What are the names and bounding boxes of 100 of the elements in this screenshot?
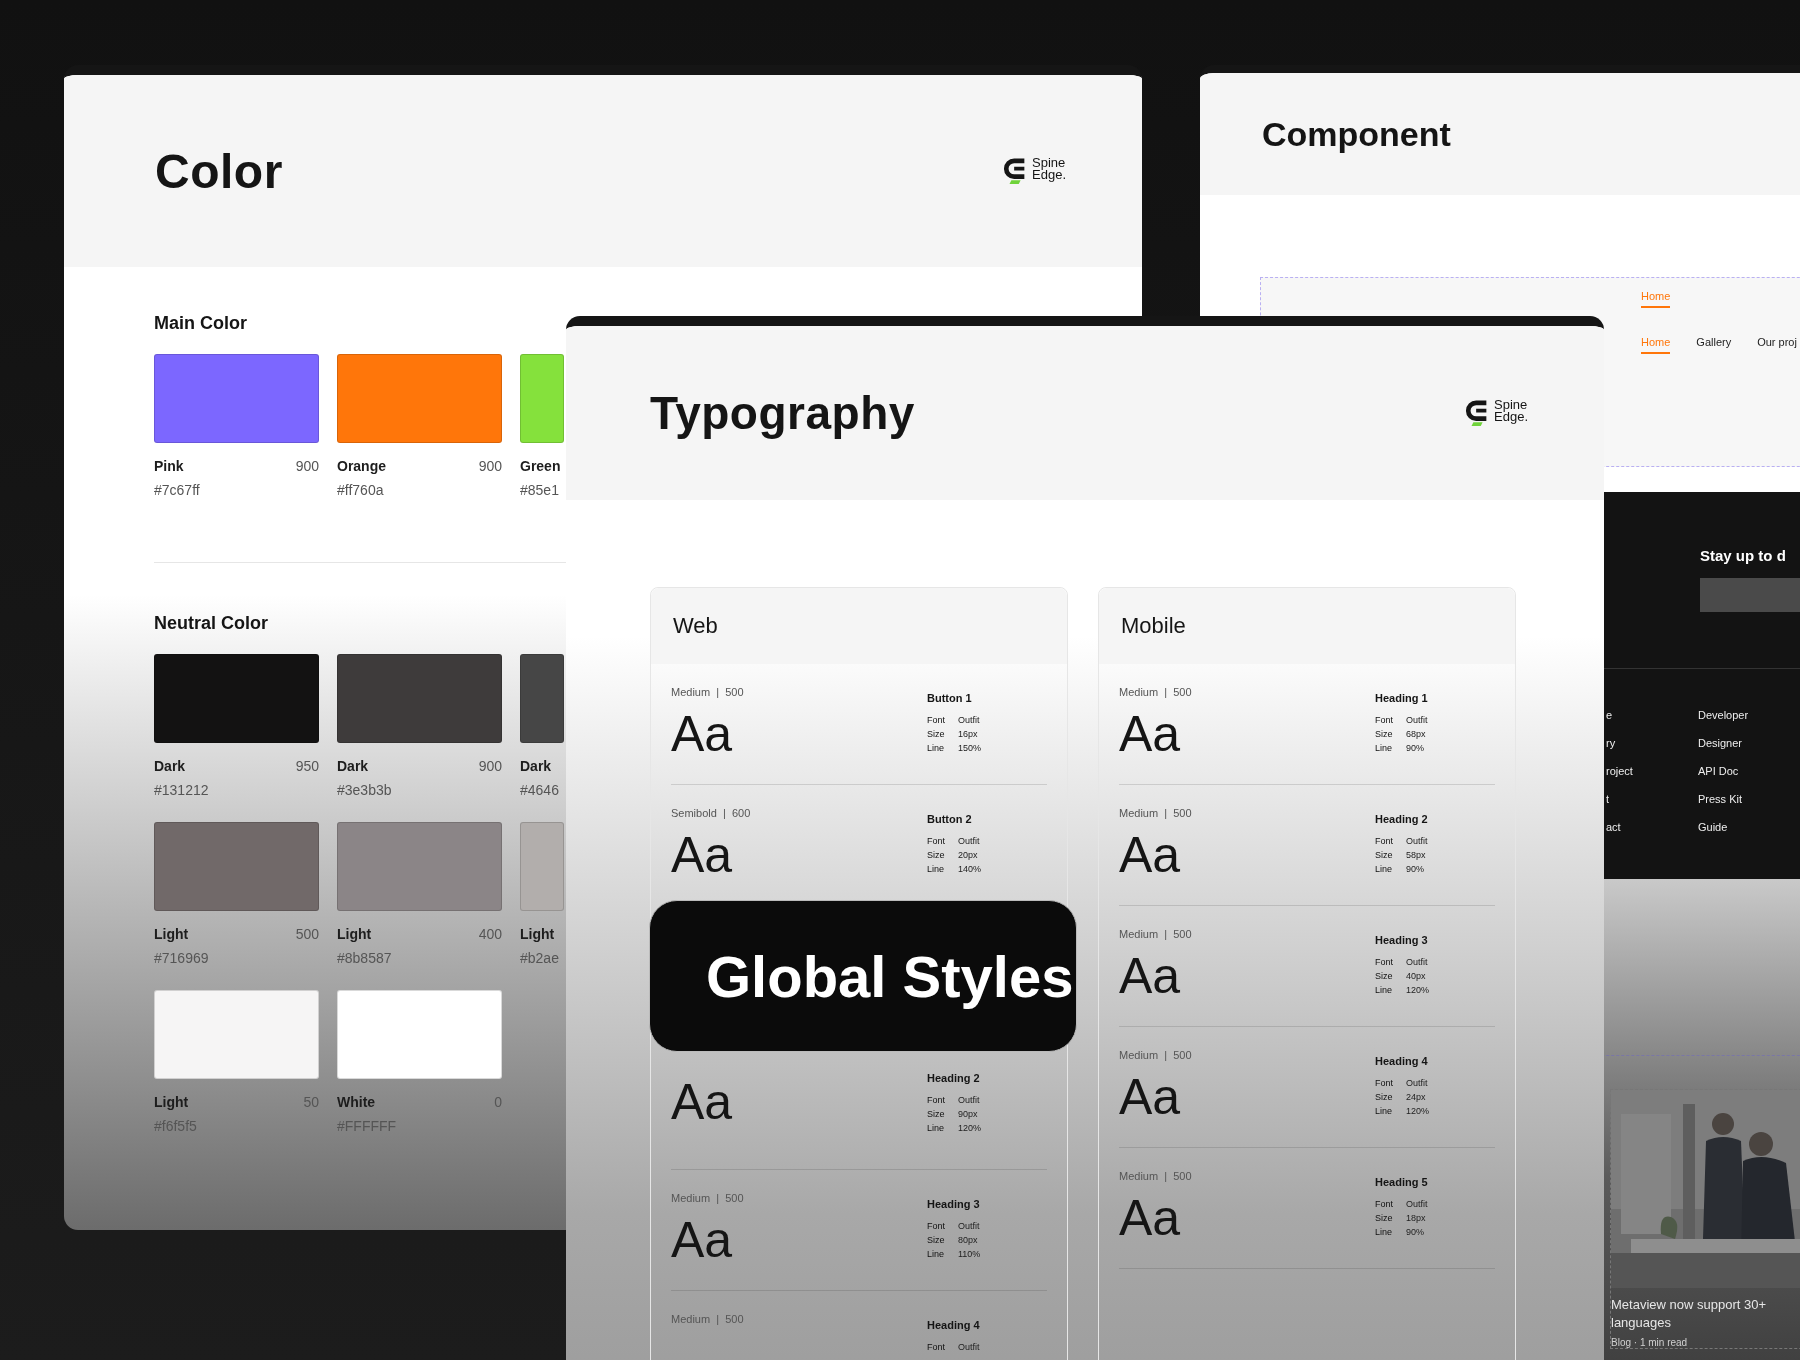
type-sample: Aa [1119, 950, 1181, 1002]
swatch-hex: #85e1 [520, 482, 559, 498]
footer-link[interactable]: Designer [1698, 735, 1743, 751]
spec-label: Line [1375, 1226, 1393, 1239]
swatch-name: Light [337, 926, 372, 942]
swatch-weight: 900 [478, 758, 502, 774]
spec-value: Outfit [958, 1341, 980, 1354]
style-name: Button 1 [927, 692, 972, 704]
swatch-hex: #4646 [520, 782, 559, 798]
spec-value: 20px [958, 849, 978, 862]
spec-label: Line [927, 1248, 945, 1261]
blog-headline[interactable]: Metaview now support 30+ languages [1611, 1296, 1800, 1332]
spec-label: Font [927, 714, 946, 727]
footer-link[interactable]: Guide [1698, 819, 1728, 835]
spec-label: Size [927, 849, 946, 862]
spec-label: Line [1375, 742, 1393, 755]
swatch-hex: #716969 [154, 950, 209, 966]
board-title: Color [155, 143, 283, 199]
spec-value: 80px [958, 1234, 978, 1247]
spec-value: Outfit [958, 1094, 980, 1107]
section-title: Main Color [154, 313, 247, 334]
spec-value: 18px [1406, 1212, 1426, 1225]
spec-value: 150% [958, 742, 982, 755]
card-title: Mobile [1121, 613, 1186, 639]
spec-value: 90% [1406, 863, 1424, 876]
type-sample: Aa [671, 1214, 733, 1266]
nav-link[interactable]: Our proj [1757, 336, 1797, 354]
spec-value: 90% [1406, 1226, 1424, 1239]
spec-value: Outfit [1406, 956, 1428, 969]
spec-label: Size [1375, 1091, 1394, 1104]
spec-label: Size [1375, 728, 1394, 741]
swatch-hex: #b2ae [520, 950, 559, 966]
swatch-hex: #3e3b3b [337, 782, 392, 798]
footer-link[interactable]: Press Kit [1698, 791, 1742, 807]
weight-label: Medium | 500 [671, 1313, 744, 1325]
spec-value: 40px [1406, 970, 1426, 983]
spec-label: Line [927, 863, 945, 876]
spec-value: Outfit [958, 1220, 980, 1233]
spec-value: 120% [1406, 1105, 1430, 1118]
spec-label: Line [1375, 863, 1393, 876]
style-name: Heading 3 [1375, 934, 1428, 946]
weight-label: Medium | 500 [1119, 1170, 1192, 1182]
board-title: Typography [650, 386, 915, 440]
banner-title: Global Styles [706, 942, 1074, 1010]
blog-card[interactable]: Metaview now support 30+ languages Blog · 1 min read [1610, 1089, 1800, 1349]
type-sample: Aa [671, 829, 733, 881]
spec-value: Outfit [1406, 1077, 1428, 1090]
spec-value: 110% [958, 1248, 981, 1261]
footer-link[interactable]: API Doc [1698, 763, 1739, 779]
swatch-weight: 950 [295, 758, 319, 774]
spec-value: 120% [958, 1122, 982, 1135]
spec-label: Font [1375, 1198, 1394, 1211]
footer-link[interactable]: e [1606, 707, 1613, 723]
spec-label: Size [1375, 1212, 1394, 1225]
footer-link[interactable]: Developer [1698, 707, 1749, 723]
footer-link[interactable]: act [1606, 819, 1621, 835]
type-sample: Aa [1119, 708, 1181, 760]
nav-link[interactable]: Gallery [1696, 336, 1732, 354]
footer-link[interactable]: t [1606, 791, 1610, 807]
spec-value: Outfit [1406, 714, 1428, 727]
type-sample: Aa [671, 708, 733, 760]
spec-label: Size [1375, 970, 1394, 983]
style-name: Heading 2 [927, 1072, 980, 1084]
spec-value: Outfit [1406, 1198, 1428, 1211]
spec-value: 120% [1406, 984, 1430, 997]
style-name: Heading 5 [1375, 1176, 1428, 1188]
weight-label: Medium | 500 [671, 686, 744, 698]
weight-label: Medium | 500 [1119, 807, 1192, 819]
weight-label: Medium | 500 [671, 1192, 744, 1204]
style-name: Button 2 [927, 813, 972, 825]
swatch-weight: 500 [295, 926, 319, 942]
spec-value: 24px [1406, 1091, 1426, 1104]
type-sample: Aa [1119, 1071, 1181, 1123]
logo-text: Spine Edge. [1494, 398, 1528, 423]
style-name: Heading 4 [1375, 1055, 1428, 1067]
spec-label: Size [927, 728, 946, 741]
spec-label: Font [927, 1341, 946, 1354]
spec-value: 140% [958, 863, 982, 876]
spec-value: Outfit [1406, 835, 1428, 848]
spec-value: Outfit [958, 714, 980, 727]
spec-label: Font [927, 1220, 946, 1233]
swatch-weight: 400 [478, 926, 502, 942]
spec-label: Font [927, 835, 946, 848]
type-sample: Aa [671, 1076, 733, 1128]
spec-value: 68px [1406, 728, 1426, 741]
spec-label: Font [1375, 835, 1394, 848]
card-title: Web [673, 613, 718, 639]
swatch-name: Light [520, 926, 555, 942]
swatch-name: Dark [520, 758, 552, 774]
footer-link[interactable]: roject [1606, 763, 1633, 779]
swatch-weight: 900 [478, 458, 502, 474]
spec-label: Size [927, 1108, 946, 1121]
spec-label: Line [927, 1122, 945, 1135]
swatch-hex: #ff760a [337, 482, 384, 498]
spec-label: Size [927, 1234, 946, 1247]
newsletter-title: Stay up to d [1700, 547, 1786, 564]
spec-label: Line [1375, 984, 1393, 997]
swatch-hex: #131212 [154, 782, 209, 798]
footer-link[interactable]: ry [1606, 735, 1616, 751]
swatch-name: Dark [337, 758, 369, 774]
